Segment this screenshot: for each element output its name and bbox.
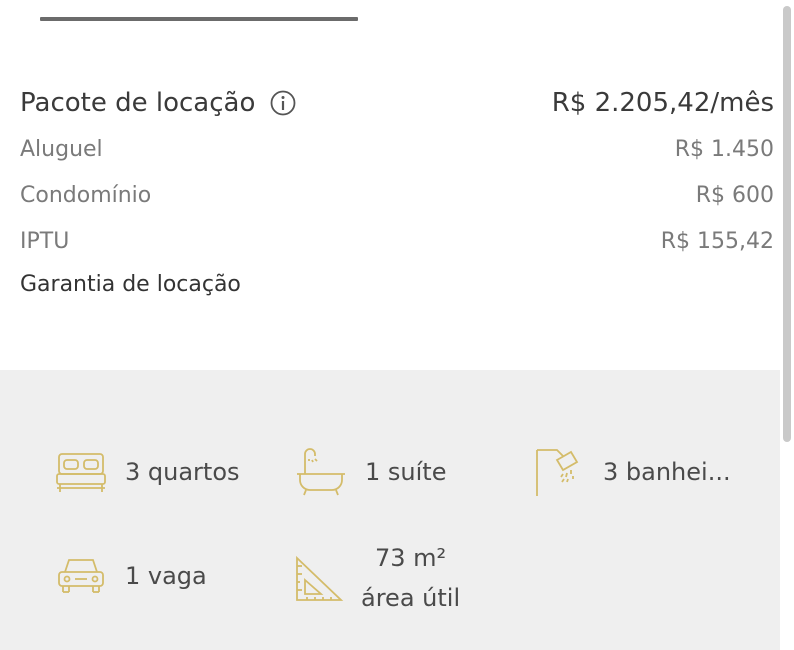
car-icon bbox=[55, 550, 107, 602]
package-item-condo: Condomínio R$ 600 bbox=[20, 172, 774, 218]
scrollbar-track[interactable] bbox=[780, 0, 794, 650]
feature-bedrooms: 3 quartos bbox=[55, 446, 240, 498]
suites-text: 1 suíte bbox=[365, 458, 447, 486]
package-item-iptu: IPTU R$ 155,42 bbox=[20, 218, 774, 264]
feature-area: 73 m² área útil bbox=[293, 538, 460, 618]
package-total: R$ 2.205,42/mês bbox=[551, 88, 774, 118]
iptu-value: R$ 155,42 bbox=[660, 228, 774, 254]
package-title: Pacote de locação bbox=[20, 88, 297, 118]
rent-value: R$ 1.450 bbox=[674, 136, 774, 162]
bed-icon bbox=[55, 446, 107, 498]
area-value: 73 m² bbox=[374, 544, 447, 572]
feature-parking: 1 vaga bbox=[55, 550, 207, 602]
guarantee-label[interactable]: Garantia de locação bbox=[20, 264, 774, 304]
bedrooms-text: 3 quartos bbox=[125, 458, 240, 486]
scrollbar-thumb[interactable] bbox=[783, 6, 791, 442]
rental-package: Pacote de locação R$ 2.205,42/mês Alugue… bbox=[20, 80, 774, 304]
area-text: 73 m² área útil bbox=[361, 538, 460, 618]
ruler-triangle-icon bbox=[293, 552, 345, 604]
feature-bathrooms: 3 banhei... bbox=[533, 446, 731, 498]
rent-label: Aluguel bbox=[20, 136, 103, 162]
bathrooms-text: 3 banhei... bbox=[603, 458, 731, 486]
area-label: área útil bbox=[361, 584, 461, 612]
condo-label: Condomínio bbox=[20, 182, 152, 208]
shower-icon bbox=[533, 446, 585, 498]
top-divider bbox=[40, 17, 358, 21]
property-features: 3 quartos 1 suíte 3 banhei... 1 vaga 73 … bbox=[0, 370, 780, 650]
condo-value: R$ 600 bbox=[695, 182, 774, 208]
parking-text: 1 vaga bbox=[125, 562, 207, 590]
package-header: Pacote de locação R$ 2.205,42/mês bbox=[20, 80, 774, 126]
package-title-text: Pacote de locação bbox=[20, 88, 256, 118]
iptu-label: IPTU bbox=[20, 228, 70, 254]
info-icon[interactable] bbox=[269, 89, 297, 117]
feature-suites: 1 suíte bbox=[295, 446, 446, 498]
package-item-rent: Aluguel R$ 1.450 bbox=[20, 126, 774, 172]
bathtub-icon bbox=[295, 446, 347, 498]
